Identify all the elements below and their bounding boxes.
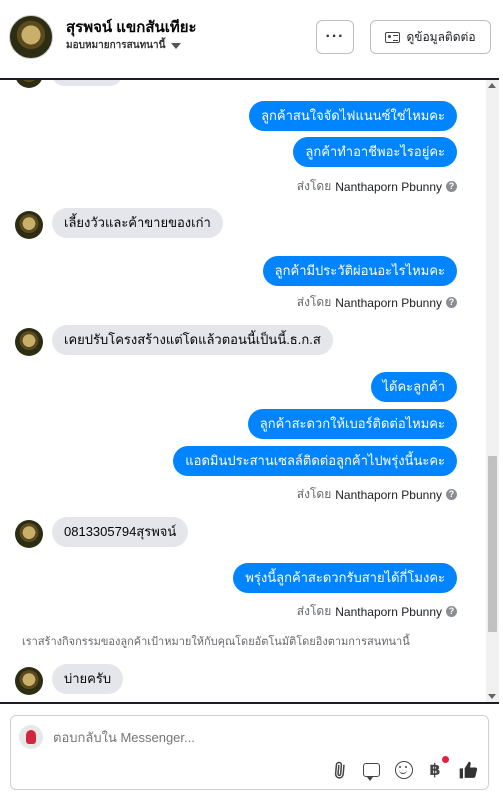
- outgoing-message-bubble[interactable]: ลูกค้าสนใจจัดไฟแนนซ์ใช่ไหมคะ: [249, 101, 457, 131]
- scroll-up-arrow-icon[interactable]: [488, 83, 496, 88]
- reply-composer: ฿: [10, 715, 489, 790]
- sender-name: Nanthaporn Pbunny: [335, 487, 442, 502]
- conversation-header: สุรพจน์ แขกสันเทียะ มอบหมายการสนทนานี้ ·…: [0, 0, 503, 78]
- assign-conversation-dropdown[interactable]: มอบหมายการสนทนานี้: [66, 38, 182, 53]
- emoji-icon[interactable]: [394, 760, 414, 780]
- incoming-message-bubble[interactable]: เลี้ยงวัวและค้าขายของเก่า: [52, 208, 223, 238]
- system-note: เราสร้างกิจกรรมของลูกค้าเป้าหมายให้กับคุ…: [22, 636, 410, 648]
- sender-name: Nanthaporn Pbunny: [335, 295, 442, 310]
- scrollbar[interactable]: [486, 80, 499, 702]
- page-avatar: [19, 725, 43, 749]
- info-icon[interactable]: ?: [446, 606, 457, 617]
- baht-icon[interactable]: ฿: [425, 760, 445, 780]
- view-contact-info-label: ดูข้อมูลติดต่อ: [406, 29, 476, 44]
- sent-by-prefix: ส่งโดย: [296, 487, 332, 501]
- contact-avatar-small: [15, 328, 43, 356]
- view-contact-info-button[interactable]: ดูข้อมูลติดต่อ: [370, 20, 491, 54]
- sent-by-prefix: ส่งโดย: [296, 604, 332, 618]
- paperclip-icon[interactable]: [325, 756, 353, 784]
- sent-by-label: ส่งโดย Nanthaporn Pbunny ?: [297, 485, 457, 504]
- scrollbar-thumb[interactable]: [488, 456, 497, 632]
- contact-name[interactable]: สุรพจน์ แขกสันเทียะ: [66, 15, 197, 39]
- contact-avatar-small: [15, 80, 43, 88]
- contact-avatar-small: [15, 667, 43, 695]
- contact-card-icon: [385, 31, 401, 43]
- more-options-button[interactable]: ···: [316, 20, 354, 54]
- sender-name: Nanthaporn Pbunny: [335, 179, 442, 194]
- scroll-down-arrow-icon[interactable]: [488, 694, 496, 699]
- sent-by-prefix: ส่งโดย: [296, 295, 332, 309]
- notification-dot: [442, 756, 449, 763]
- info-icon[interactable]: ?: [446, 489, 457, 500]
- speech-bubble-icon[interactable]: [361, 760, 381, 781]
- sent-by-label: ส่งโดย Nanthaporn Pbunny ?: [297, 602, 457, 621]
- contact-avatar-small: [15, 520, 43, 548]
- outgoing-message-bubble[interactable]: ลูกค้าสะดวกให้เบอร์ติดต่อไหมคะ: [247, 409, 457, 439]
- incoming-message-bubble[interactable]: บ่ายครับ: [52, 664, 124, 694]
- sent-by-label: ส่งโดย Nanthaporn Pbunny ?: [297, 293, 457, 312]
- outgoing-message-bubble[interactable]: แอดมินประสานเซลล์ติดต่อลูกค้าไปพรุ่งนี้น…: [173, 446, 457, 476]
- caret-down-icon: [171, 42, 182, 49]
- thumbs-up-icon[interactable]: [457, 760, 479, 780]
- sender-name: Nanthaporn Pbunny: [335, 604, 442, 619]
- outgoing-message-bubble[interactable]: ได้คะลูกค้า: [370, 372, 457, 402]
- info-icon[interactable]: ?: [446, 297, 457, 308]
- outgoing-message-bubble[interactable]: ลูกค้ามีประวัติผ่อนอะไรไหมคะ: [262, 256, 457, 286]
- incoming-message-bubble: [52, 80, 122, 86]
- message-thread[interactable]: ลูกค้าสนใจจัดไฟแนนซ์ใช่ไหมคะ ลูกค้าทำอาช…: [0, 78, 499, 704]
- info-icon[interactable]: ?: [446, 181, 457, 192]
- incoming-message-bubble[interactable]: 0813305794สุรพจน์: [52, 517, 189, 547]
- outgoing-message-bubble[interactable]: พรุ่งนี้ลูกค้าสะดวกรับสายได้กี่โมงคะ: [233, 563, 457, 593]
- contact-avatar[interactable]: [9, 15, 53, 59]
- assign-label: มอบหมายการสนทนานี้: [66, 40, 166, 51]
- sent-by-prefix: ส่งโดย: [296, 179, 332, 193]
- reply-input[interactable]: [53, 730, 353, 745]
- incoming-message-bubble[interactable]: เคยปรับโครงสร้างแต่โดแล้วตอนนี้เป็นนี้.ธ…: [52, 325, 333, 355]
- sent-by-label: ส่งโดย Nanthaporn Pbunny ?: [297, 177, 457, 196]
- outgoing-message-bubble[interactable]: ลูกค้าทำอาชีพอะไรอยู่คะ: [293, 137, 457, 167]
- contact-avatar-small: [15, 211, 43, 239]
